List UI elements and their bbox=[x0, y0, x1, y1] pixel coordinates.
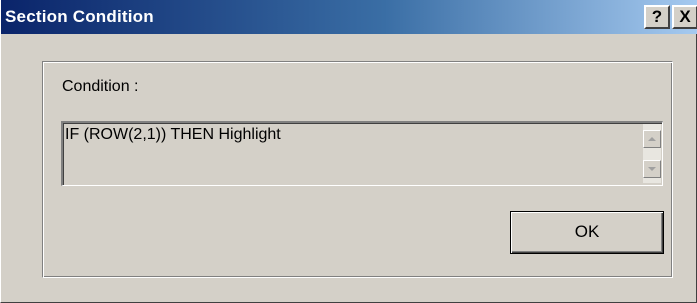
dialog-title: Section Condition bbox=[5, 7, 154, 26]
scroll-up-button[interactable] bbox=[643, 130, 661, 148]
title-bar[interactable]: Section Condition ? X bbox=[1, 0, 697, 34]
dialog-window: Section Condition ? X Condition : IF (RO… bbox=[0, 0, 697, 303]
condition-label: Condition : bbox=[62, 78, 139, 95]
condition-text: IF (ROW(2,1)) THEN Highlight bbox=[65, 126, 281, 143]
help-button[interactable]: ? bbox=[644, 5, 670, 29]
scroll-down-button[interactable] bbox=[643, 160, 661, 178]
ok-button[interactable]: OK bbox=[510, 211, 664, 254]
scroll-up-arrow-icon bbox=[648, 137, 656, 141]
scroll-down-arrow-icon bbox=[648, 167, 656, 171]
close-button[interactable]: X bbox=[672, 5, 697, 29]
